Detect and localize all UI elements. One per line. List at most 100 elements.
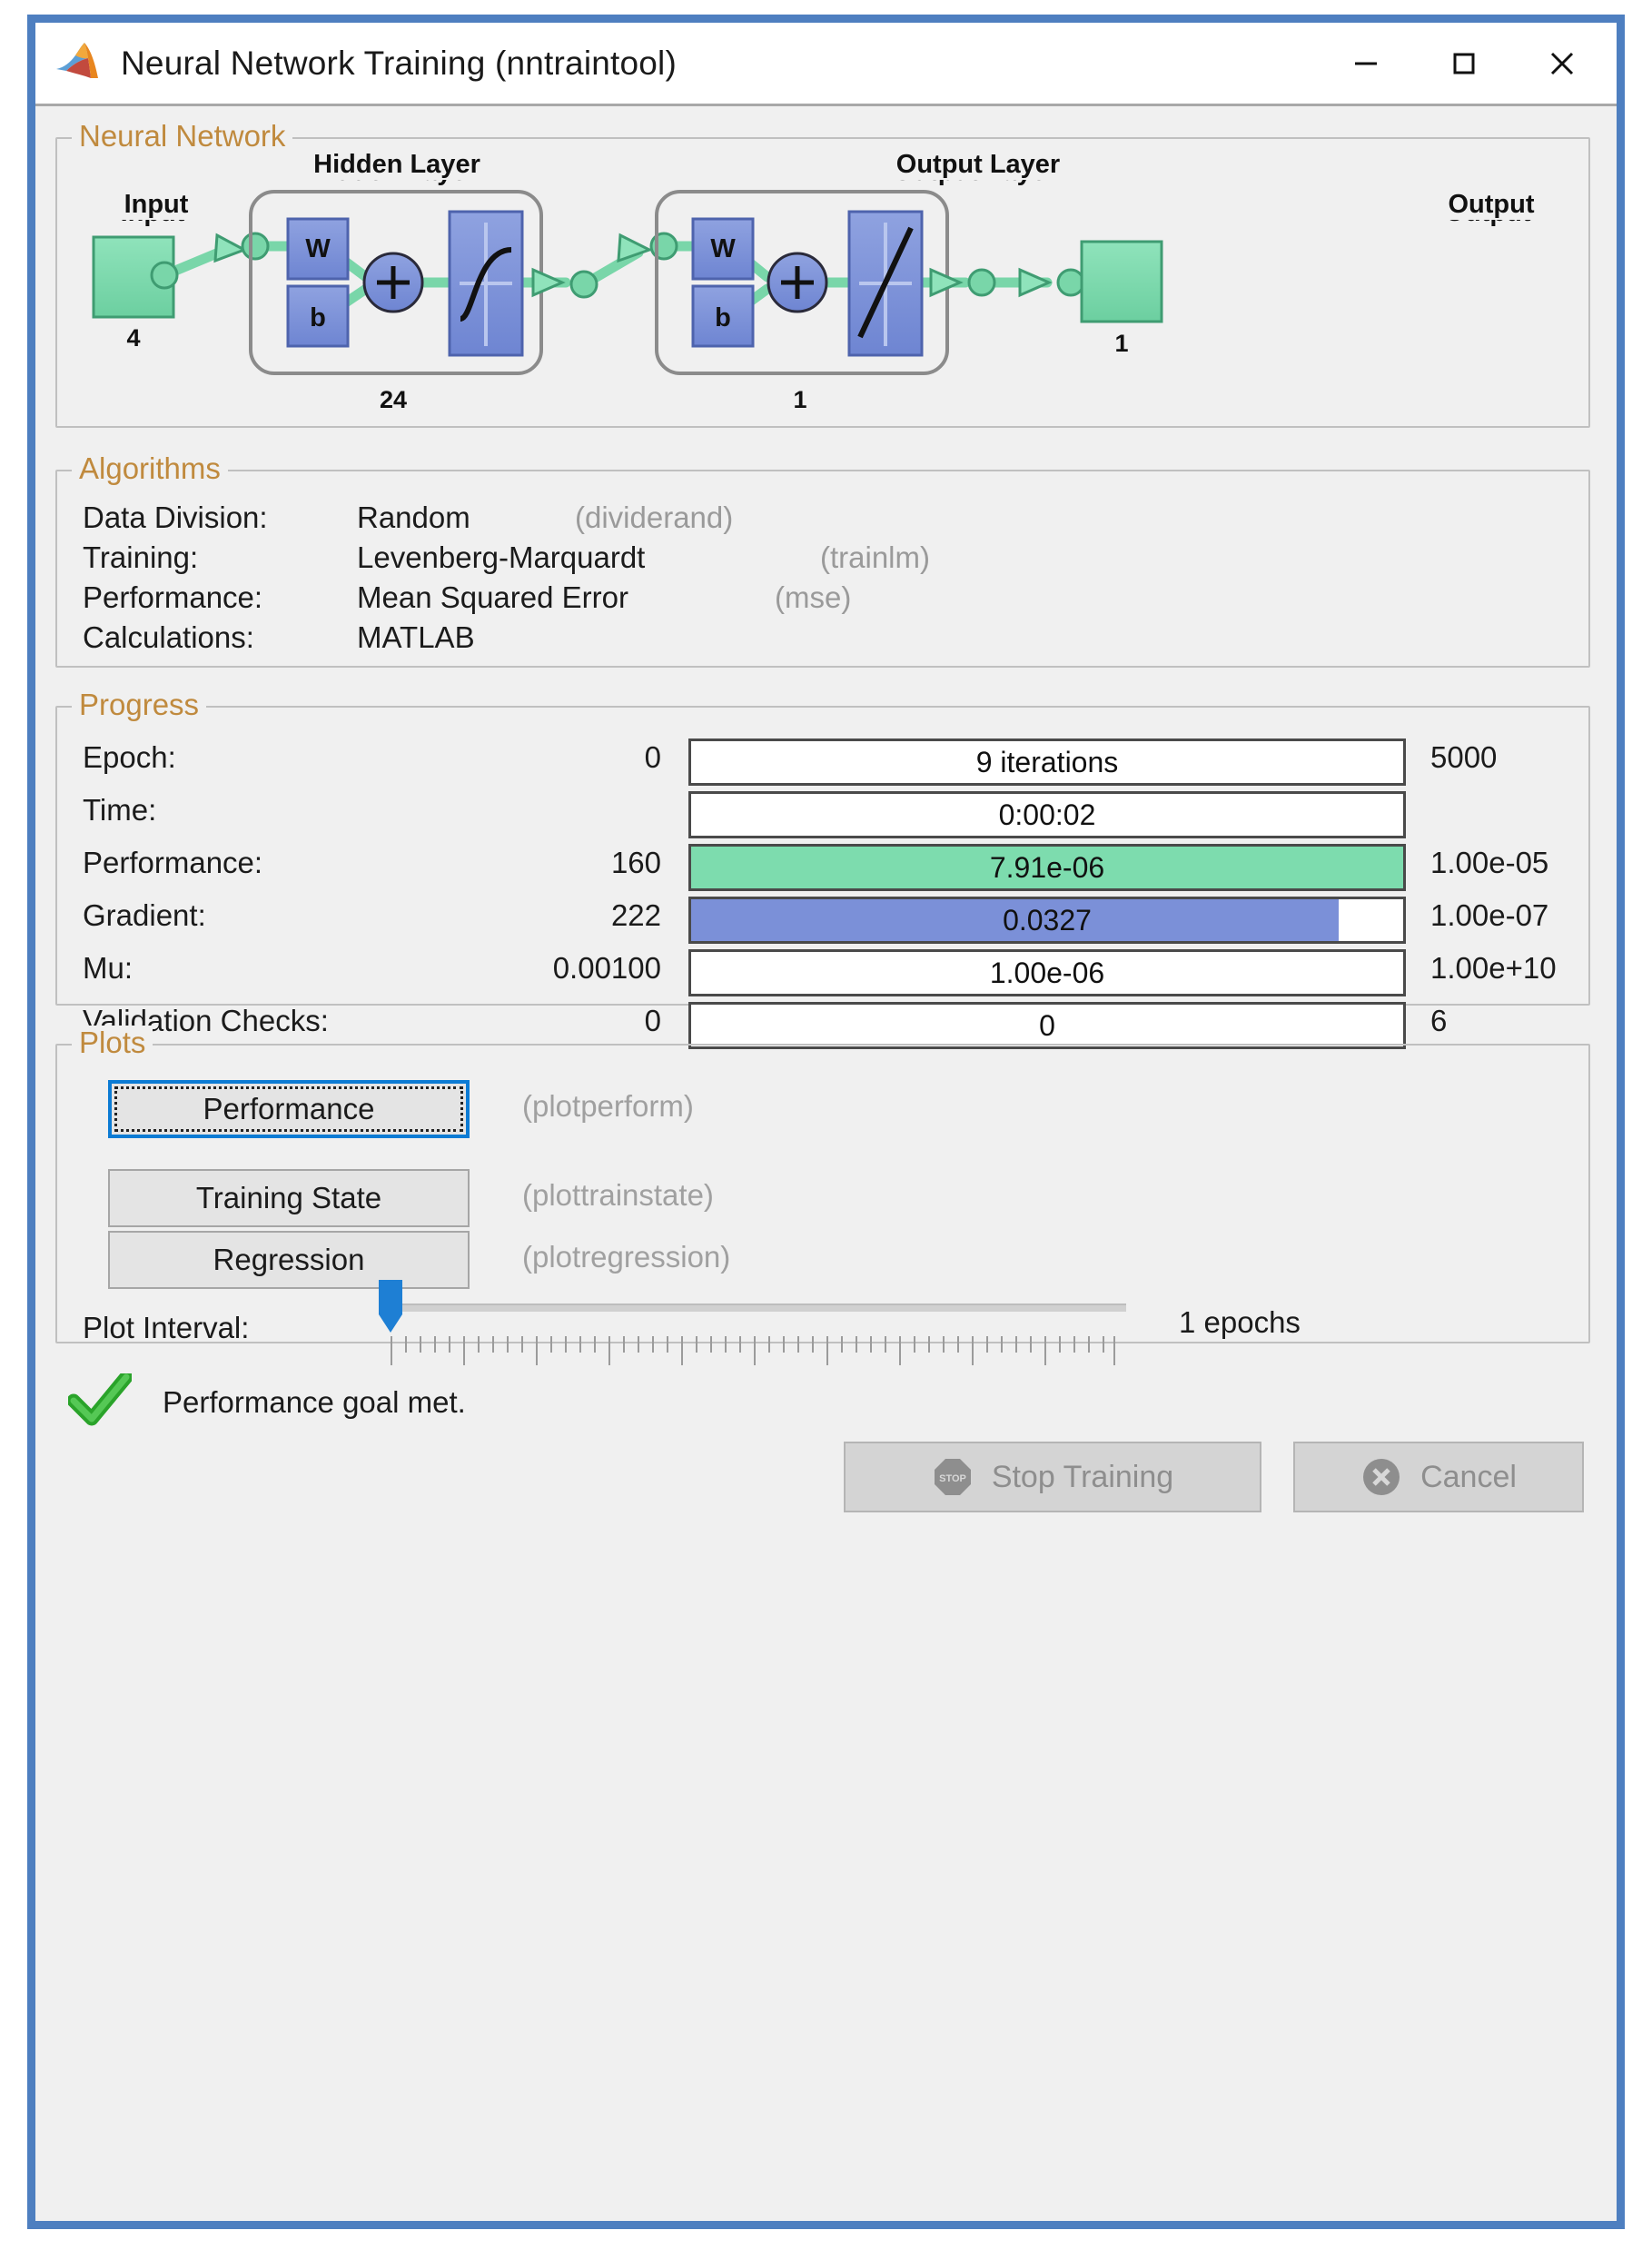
time-field: 0:00:02 xyxy=(688,791,1406,838)
performance-algo-value: Mean Squared Error xyxy=(357,580,628,615)
hidden-bias-block: b xyxy=(288,286,348,346)
window-title: Neural Network Training (nntraintool) xyxy=(121,45,1317,83)
stop-training-button[interactable]: STOP Stop Training xyxy=(844,1442,1261,1512)
gradient-target: 1.00e-07 xyxy=(1430,898,1548,933)
calculations-label: Calculations: xyxy=(83,620,254,655)
data-division-fn: (dividerand) xyxy=(575,501,733,535)
mu-value: 1.00e-06 xyxy=(691,952,1403,994)
matlab-membrane-icon xyxy=(54,38,104,89)
performance-algo-fn: (mse) xyxy=(775,580,851,615)
progress-row-epoch: Epoch: 0 9 iterations 5000 xyxy=(57,738,1588,789)
epoch-label: Epoch: xyxy=(83,740,176,775)
gradient-label: Gradient: xyxy=(83,898,206,933)
nntraintool-window: Neural Network Training (nntraintool) Ne… xyxy=(27,15,1625,2229)
plots-group: Plots Performance (plotperform) Training… xyxy=(55,1044,1590,1343)
training-fn: (trainlm) xyxy=(820,540,930,575)
plot-regression-label: Regression xyxy=(213,1243,365,1277)
stop-training-label: Stop Training xyxy=(992,1460,1173,1495)
performance-value: 7.91e-06 xyxy=(691,847,1403,888)
hidden-layer-label: Hidden Layer xyxy=(310,150,484,180)
status-row: Performance goal met. xyxy=(68,1373,466,1431)
cancel-button[interactable]: Cancel xyxy=(1293,1442,1584,1512)
performance-field: 7.91e-06 xyxy=(688,844,1406,891)
plot-training-state-fn: (plottrainstate) xyxy=(522,1178,714,1213)
title-bar: Neural Network Training (nntraintool) xyxy=(35,23,1617,106)
hidden-sum-node xyxy=(364,253,422,312)
training-label: Training: xyxy=(83,540,198,575)
validation-checks-start: 0 xyxy=(357,1004,661,1038)
svg-text:STOP: STOP xyxy=(939,1473,966,1484)
app-root: Neural Network Training (nntraintool) Ne… xyxy=(0,0,1652,2260)
svg-text:W: W xyxy=(305,234,331,263)
svg-text:1: 1 xyxy=(793,386,806,413)
slider-track xyxy=(395,1303,1126,1312)
performance-label: Performance: xyxy=(83,846,262,880)
minimize-icon[interactable] xyxy=(1317,24,1415,104)
gradient-field: 0.0327 xyxy=(688,897,1406,944)
plot-performance-fn: (plotperform) xyxy=(522,1089,694,1124)
status-message: Performance goal met. xyxy=(163,1385,466,1420)
epoch-value: 9 iterations xyxy=(691,741,1403,783)
cancel-label: Cancel xyxy=(1420,1460,1517,1495)
slider-thumb[interactable] xyxy=(377,1280,404,1334)
progress-group: Progress Epoch: 0 9 iterations 5000 Time… xyxy=(55,706,1590,1006)
epoch-start: 0 xyxy=(357,740,661,775)
svg-text:W: W xyxy=(710,234,736,263)
network-diagram: Hidden Layer Output Layer Input Output xyxy=(57,139,1588,426)
dialog-content: Neural Network Hidden Layer Output Layer… xyxy=(35,106,1617,2218)
plot-performance-button[interactable]: Performance xyxy=(108,1080,470,1138)
progress-row-performance: Performance: 160 7.91e-06 1.00e-05 xyxy=(57,844,1588,895)
output-node: 1 xyxy=(1082,242,1162,357)
maximize-icon[interactable] xyxy=(1415,24,1513,104)
progress-row-mu: Mu: 0.00100 1.00e-06 1.00e+10 xyxy=(57,949,1588,1000)
output-bias-block: b xyxy=(693,286,753,346)
data-division-label: Data Division: xyxy=(83,501,268,535)
plot-interval-slider[interactable] xyxy=(377,1280,1126,1353)
x-circle-icon xyxy=(1360,1456,1402,1498)
performance-start: 160 xyxy=(357,846,661,880)
output-weight-block: W xyxy=(693,219,753,279)
mu-target: 1.00e+10 xyxy=(1430,951,1557,986)
hidden-activation-block xyxy=(450,212,522,355)
plot-interval-label: Plot Interval: xyxy=(83,1311,249,1345)
neural-network-group: Neural Network Hidden Layer Output Layer… xyxy=(55,137,1590,428)
validation-checks-value: 0 xyxy=(691,1005,1403,1046)
plot-training-state-label: Training State xyxy=(196,1181,381,1215)
plot-training-state-button[interactable]: Training State xyxy=(108,1169,470,1227)
validation-checks-target: 6 xyxy=(1430,1004,1447,1038)
epoch-target: 5000 xyxy=(1430,740,1497,775)
time-label: Time: xyxy=(83,793,156,828)
performance-target: 1.00e-05 xyxy=(1430,846,1548,880)
progress-row-time: Time: 0:00:02 xyxy=(57,791,1588,842)
close-icon[interactable] xyxy=(1513,24,1611,104)
data-division-value: Random xyxy=(357,501,470,535)
svg-text:1: 1 xyxy=(1114,330,1128,357)
training-value: Levenberg-Marquardt xyxy=(357,540,645,575)
slider-ticks xyxy=(390,1336,1116,1367)
svg-text:4: 4 xyxy=(126,324,140,352)
gradient-start: 222 xyxy=(357,898,661,933)
performance-algo-label: Performance: xyxy=(83,580,262,615)
gradient-value: 0.0327 xyxy=(691,899,1403,941)
plot-regression-fn: (plotregression) xyxy=(522,1240,730,1274)
time-value: 0:00:02 xyxy=(691,794,1403,836)
output-sum-node xyxy=(768,253,826,312)
mu-field: 1.00e-06 xyxy=(688,949,1406,996)
stop-sign-icon: STOP xyxy=(932,1456,974,1498)
algorithms-group: Algorithms Data Division: Random (divide… xyxy=(55,470,1590,668)
plot-performance-label: Performance xyxy=(203,1092,375,1126)
output-label: Output xyxy=(1444,190,1538,220)
input-node: 4 xyxy=(94,237,173,352)
window-controls xyxy=(1317,24,1611,104)
epoch-field: 9 iterations xyxy=(688,738,1406,786)
progress-row-gradient: Gradient: 222 0.0327 1.00e-07 xyxy=(57,897,1588,947)
green-check-icon xyxy=(68,1373,132,1431)
hidden-weight-block: W xyxy=(288,219,348,279)
plot-interval-value: 1 epochs xyxy=(1179,1305,1301,1340)
output-activation-block xyxy=(849,212,922,355)
output-layer-label: Output Layer xyxy=(893,150,1063,180)
mu-start: 0.00100 xyxy=(357,951,661,986)
calculations-value: MATLAB xyxy=(357,620,475,655)
algorithms-group-title: Algorithms xyxy=(72,451,228,486)
progress-group-title: Progress xyxy=(72,688,206,722)
